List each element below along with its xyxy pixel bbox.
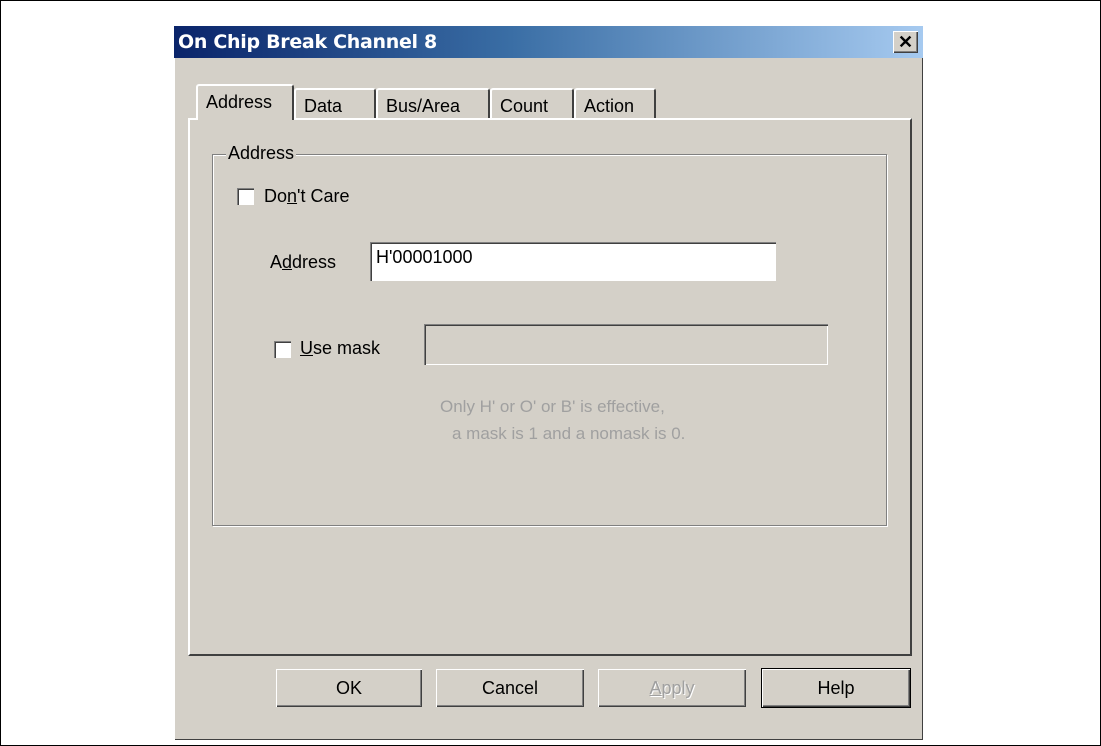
use-mask-checkbox[interactable] (274, 341, 291, 358)
address-label-rest: dress (292, 252, 337, 272)
mask-input[interactable] (424, 324, 828, 365)
apply-button-label: pply (661, 678, 695, 698)
tab-count[interactable]: Count (490, 88, 574, 118)
tab-count-label: Count (500, 96, 549, 116)
dont-care-checkbox[interactable] (237, 188, 254, 205)
tab-action[interactable]: Action (574, 88, 656, 118)
apply-button[interactable]: Apply (598, 669, 746, 707)
address-field-label: Address (270, 252, 336, 273)
use-mask-label[interactable]: Use mask (300, 338, 380, 359)
address-input-value: H'00001000 (376, 247, 473, 267)
title-bar[interactable]: On Chip Break Channel 8 ✕ (174, 26, 923, 58)
address-group-label: Address (226, 143, 297, 164)
ok-button-label: OK (335, 678, 362, 698)
tab-address-label: Address (206, 92, 273, 112)
mask-hint-line2: a mask is 1 and a nomask is 0. (452, 424, 686, 443)
tab-strip: Address Data Bus/Area Count Action (196, 84, 676, 120)
close-button[interactable]: ✕ (893, 31, 918, 53)
help-button-label: Help (817, 678, 855, 698)
dialog-title: On Chip Break Channel 8 (178, 31, 437, 53)
tab-action-label: Action (584, 96, 635, 116)
dont-care-label[interactable]: Don't Care (264, 186, 349, 207)
cancel-button-label: Cancel (481, 678, 539, 698)
dont-care-accel: n (287, 186, 298, 206)
use-mask-accel: U (300, 338, 313, 358)
tab-bus-area-label: Bus/Area (386, 96, 461, 116)
tab-address[interactable]: Address (196, 84, 294, 120)
address-accel: d (282, 252, 293, 272)
tab-bus-area[interactable]: Bus/Area (376, 88, 490, 118)
tab-data[interactable]: Data (294, 88, 376, 118)
address-input[interactable]: H'00001000 (370, 242, 776, 281)
dont-care-label-part: Do (264, 186, 288, 206)
help-button[interactable]: Help (762, 669, 910, 707)
address-label-part: A (270, 252, 283, 272)
tab-data-label: Data (304, 96, 343, 116)
apply-accel: A (649, 678, 662, 698)
cancel-button[interactable]: Cancel (436, 669, 584, 707)
ok-button[interactable]: OK (276, 669, 422, 707)
use-mask-label-rest: se mask (313, 338, 381, 358)
mask-hint-line1: Only H' or O' or B' is effective, (440, 397, 665, 416)
dont-care-label-rest: 't Care (297, 186, 350, 206)
close-icon: ✕ (897, 32, 914, 52)
